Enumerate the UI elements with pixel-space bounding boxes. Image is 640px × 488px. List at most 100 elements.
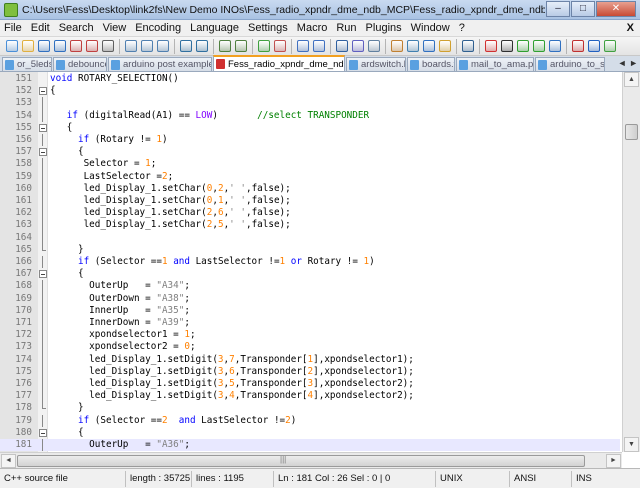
horizontal-scrollbar[interactable]: ◄ ||| ► <box>0 452 622 468</box>
record-macro-icon[interactable] <box>483 39 498 54</box>
show-all-chars-icon[interactable] <box>350 39 365 54</box>
close-document-button[interactable]: X <box>627 22 634 34</box>
word-wrap-icon[interactable] <box>334 39 349 54</box>
code-line[interactable]: 180 { <box>0 427 620 439</box>
close-all-icon[interactable] <box>84 39 99 54</box>
paste-icon[interactable] <box>155 39 170 54</box>
menu-macro[interactable]: Macro <box>297 22 328 34</box>
code-line[interactable]: 157 { <box>0 146 620 158</box>
sync-vertical-icon[interactable] <box>295 39 310 54</box>
folder-workspace-icon[interactable] <box>437 39 452 54</box>
redo-icon[interactable] <box>194 39 209 54</box>
code-line[interactable]: 170 InnerUp = "A35"; <box>0 304 620 317</box>
open-file-icon[interactable] <box>20 39 35 54</box>
tab-ardswitch-lua[interactable]: ardswitch.lua <box>346 57 406 71</box>
code-line[interactable]: 156 if (Rotary != 1) <box>0 134 620 147</box>
new-file-icon[interactable] <box>4 39 19 54</box>
save-all-icon[interactable] <box>52 39 67 54</box>
code-area[interactable]: 151 void ROTARY_SELECTION() 152 {153 154 if … <box>0 72 620 452</box>
fold-toggle-icon[interactable] <box>39 123 47 132</box>
menu-language[interactable]: Language <box>190 22 239 34</box>
copy-icon[interactable] <box>139 39 154 54</box>
tab-scroll-arrows[interactable]: ◄ ► <box>618 58 638 68</box>
code-line[interactable]: 174 led_Display_1.setDigit(3,7,Transpond… <box>0 353 620 366</box>
fold-toggle-icon[interactable] <box>39 87 47 96</box>
find-icon[interactable] <box>217 39 232 54</box>
code-line[interactable]: 175 led_Display_1.setDigit(3,6,Transpond… <box>0 365 620 378</box>
code-line[interactable]: 159 LastSelector =2; <box>0 170 620 183</box>
vertical-scrollbar[interactable]: ▲ ▼ <box>622 72 640 452</box>
code-line[interactable]: 177 led_Display_1.setDigit(3,4,Transpond… <box>0 390 620 403</box>
menu-settings[interactable]: Settings <box>248 22 288 34</box>
vertical-scroll-thumb[interactable] <box>625 124 638 140</box>
code-line[interactable]: 154 if (digitalRead(A1) == LOW) //select… <box>0 109 620 122</box>
sync-horizontal-icon[interactable] <box>311 39 326 54</box>
scroll-right-icon[interactable]: ► <box>606 454 621 468</box>
scroll-down-icon[interactable]: ▼ <box>624 437 639 452</box>
menu-edit[interactable]: Edit <box>31 22 50 34</box>
menu-view[interactable]: View <box>103 22 127 34</box>
code-line[interactable]: 162 led_Display_1.setChar(2,6,' ',false)… <box>0 207 620 220</box>
code-line[interactable]: 160 led_Display_1.setChar(0,2,' ',false)… <box>0 182 620 195</box>
code-line[interactable]: 152 { <box>0 85 620 97</box>
code-line[interactable]: 167 { <box>0 268 620 280</box>
code-line[interactable]: 158 Selector = 1; <box>0 158 620 171</box>
menu-run[interactable]: Run <box>336 22 356 34</box>
code-line[interactable]: 171 InnerDown = "A39"; <box>0 317 620 330</box>
function-list-icon[interactable] <box>421 39 436 54</box>
user-language-icon[interactable] <box>389 39 404 54</box>
code-line[interactable]: 151 void ROTARY_SELECTION() <box>0 73 620 85</box>
minimize-button[interactable]: – <box>546 0 570 17</box>
editor[interactable]: 151 void ROTARY_SELECTION() 152 {153 154 if … <box>0 72 640 468</box>
tab-fess-radio-xpndr-dme-ndb-mcp-ino[interactable]: Fess_radio_xpndr_dme_ndb_MCP.ino <box>213 55 345 71</box>
cut-icon[interactable] <box>123 39 138 54</box>
play-multiple-icon[interactable] <box>531 39 546 54</box>
current-code-line[interactable]: 181 OuterUp = "A36"; <box>0 439 620 452</box>
replace-icon[interactable] <box>233 39 248 54</box>
close-icon[interactable] <box>68 39 83 54</box>
tab-boards-txt[interactable]: boards.txt <box>407 57 455 71</box>
menu-search[interactable]: Search <box>59 22 94 34</box>
scroll-left-icon[interactable]: ◄ <box>1 454 16 468</box>
maximize-button[interactable]: □ <box>571 0 595 17</box>
code-line[interactable]: 163 led_Display_1.setChar(2,5,' ',false)… <box>0 219 620 232</box>
code-line[interactable]: 168 OuterUp = "A34"; <box>0 280 620 293</box>
fold-toggle-icon[interactable] <box>39 270 47 279</box>
undo-icon[interactable] <box>178 39 193 54</box>
code-line[interactable]: 173 xpondselector2 = 0; <box>0 341 620 354</box>
tab-debounce-c[interactable]: debounce.c <box>53 57 107 71</box>
print-icon[interactable] <box>100 39 115 54</box>
code-line[interactable]: 161 led_Display_1.setChar(0,1,' ',false)… <box>0 195 620 208</box>
tab-mail-to-ama-php[interactable]: mail_to_ama.php <box>456 57 534 71</box>
fold-toggle-icon[interactable] <box>39 148 47 157</box>
code-line[interactable]: 178 } <box>0 402 620 414</box>
spell-settings-icon[interactable] <box>602 39 617 54</box>
scroll-up-icon[interactable]: ▲ <box>624 72 639 87</box>
fold-toggle-icon[interactable] <box>39 428 47 437</box>
code-line[interactable]: 153 <box>0 97 620 110</box>
horizontal-scroll-thumb[interactable] <box>17 455 585 467</box>
doc-map-icon[interactable] <box>405 39 420 54</box>
spell-check-icon[interactable] <box>570 39 585 54</box>
tab-arduino-post-example-txt[interactable]: arduino post example.txt <box>108 57 212 71</box>
menu-file[interactable]: File <box>4 22 22 34</box>
code-line[interactable]: 172 xpondselector1 = 1; <box>0 329 620 342</box>
stop-record-icon[interactable] <box>499 39 514 54</box>
tab-arduino-to-s[interactable]: arduino_to_s... <box>535 57 605 71</box>
tab-or-5leds-ino[interactable]: or_5leds.ino <box>2 57 52 71</box>
code-line[interactable]: 164 <box>0 231 620 244</box>
indent-guide-icon[interactable] <box>366 39 381 54</box>
monitoring-icon[interactable] <box>460 39 475 54</box>
close-window-button[interactable]: ✕ <box>596 0 636 17</box>
menu-plugins[interactable]: Plugins <box>366 22 402 34</box>
play-macro-icon[interactable] <box>515 39 530 54</box>
save-icon[interactable] <box>36 39 51 54</box>
code-line[interactable]: 165 } <box>0 243 620 256</box>
code-line[interactable]: 179 if (Selector ==2 and LastSelector !=… <box>0 414 620 427</box>
code-line[interactable]: 155 { <box>0 122 620 134</box>
menu-window[interactable]: Window <box>411 22 450 34</box>
code-line[interactable]: 166 if (Selector ==1 and LastSelector !=… <box>0 256 620 269</box>
zoom-in-icon[interactable] <box>256 39 271 54</box>
code-line[interactable]: 169 OuterDown = "A38"; <box>0 292 620 305</box>
menu-help[interactable]: ? <box>459 22 465 34</box>
